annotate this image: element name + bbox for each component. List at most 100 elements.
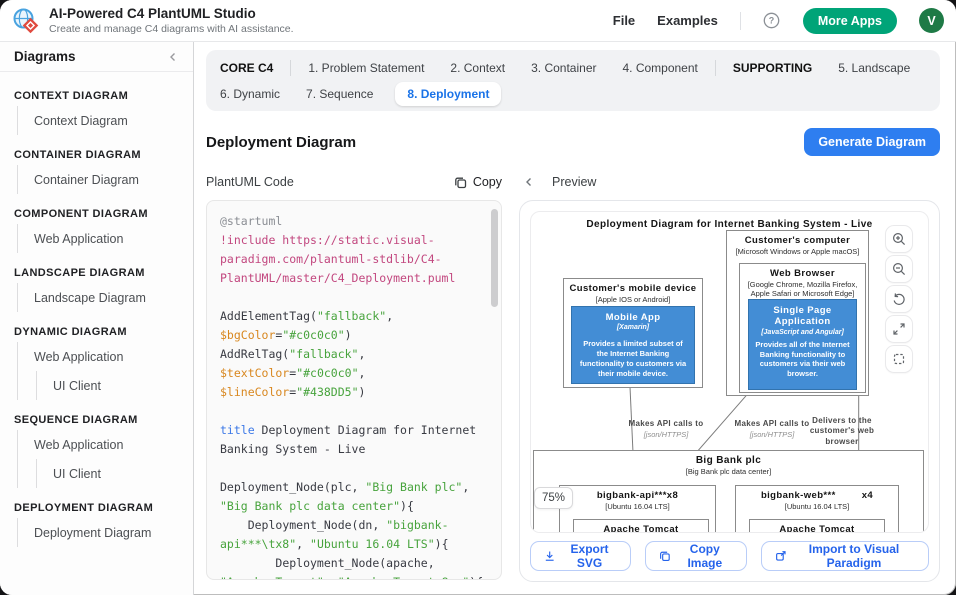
tab-8-deployment[interactable]: 8. Deployment (395, 82, 501, 106)
container-desc: Provides a limited subset of the Interne… (577, 339, 689, 378)
preview-panel: Preview Deployment Dia (519, 172, 940, 595)
node-name: bigbank-web*** (761, 490, 836, 501)
sidebar-section-items: Web ApplicationUI Client (17, 342, 193, 400)
sidebar-section-items: Container Diagram (17, 165, 193, 194)
generate-diagram-button[interactable]: Generate Diagram (804, 128, 940, 156)
header-divider (740, 12, 741, 30)
node-name: Apache Tomcat (750, 524, 884, 533)
container-tech: [JavaScript and Angular] (754, 329, 851, 336)
sidebar-item-web-application[interactable]: Web Application (18, 430, 193, 459)
sidebar-item-ui-client[interactable]: UI Client (36, 371, 193, 400)
diagram-title: Deployment Diagram for Internet Banking … (531, 219, 928, 230)
copy-icon (454, 176, 467, 189)
tab-core-c4: CORE C4 (220, 61, 273, 75)
tab-2-context[interactable]: 2. Context (450, 61, 505, 75)
tab-5-landscape[interactable]: 5. Landscape (838, 61, 910, 75)
zoom-in-button[interactable] (885, 225, 913, 253)
code-line: !include https://static.visual-paradigm.… (220, 231, 487, 288)
sidebar-section-label: SEQUENCE DIAGRAM (0, 406, 193, 430)
preview-collapse-button[interactable] (523, 176, 535, 188)
container-single-page-application: Single Page Application [JavaScript and … (748, 299, 857, 390)
sidebar-section-label: LANDSCAPE DIAGRAM (0, 259, 193, 283)
app-window: AI-Powered C4 PlantUML Studio Create and… (0, 0, 956, 595)
sidebar-section-items: Deployment Diagram (17, 518, 193, 547)
menu-item-file[interactable]: File (613, 13, 635, 28)
sidebar-section-label: DYNAMIC DIAGRAM (0, 318, 193, 342)
main-content: CORE C4 1. Problem Statement 2. Context 3. … (194, 42, 956, 595)
menu-item-examples[interactable]: Examples (657, 13, 718, 28)
tab-bar: CORE C4 1. Problem Statement 2. Context 3. … (206, 50, 940, 111)
copy-image-button[interactable]: Copy Image (645, 541, 747, 571)
tab-supporting: SUPPORTING (733, 61, 812, 75)
import-to-visual-paradigm-button[interactable]: Import to Visual Paradigm (761, 541, 930, 571)
container-tech: [Xamarin] (577, 324, 689, 331)
sidebar-item-web-application[interactable]: Web Application (18, 342, 193, 371)
tab-7-sequence[interactable]: 7. Sequence (306, 87, 373, 101)
tab-1-problem-statement[interactable]: 1. Problem Statement (308, 61, 424, 75)
relationship-web-browser: Delivers to the customer's web browser (809, 416, 875, 447)
code-line: @startuml (220, 212, 487, 231)
sidebar-section-label: CONTEXT DIAGRAM (0, 82, 193, 106)
app-title: AI-Powered C4 PlantUML Studio (49, 6, 294, 22)
relationship-mobile-api: Makes API calls to [json/HTTPS] (625, 419, 707, 439)
tab-6-dynamic[interactable]: 6. Dynamic (220, 87, 280, 101)
page-title: Deployment Diagram (206, 134, 356, 151)
sidebar-item-web-application[interactable]: Web Application (18, 224, 193, 253)
node-tech: [Microsoft Windows or Apple macOS] (727, 247, 868, 256)
sidebar-section-label: COMPONENT DIAGRAM (0, 200, 193, 224)
app-logo-icon (12, 7, 40, 35)
code-editor[interactable]: @startuml!include https://static.visual-… (206, 200, 502, 580)
code-panel-title: PlantUML Code (206, 175, 294, 189)
container-name: Single Page Application (754, 305, 851, 328)
zoom-out-icon (892, 262, 906, 276)
code-line: $lineColor="#438DD5") (220, 383, 487, 402)
diagram-canvas[interactable]: Deployment Diagram for Internet Banking … (530, 211, 929, 533)
export-actions: Export SVG Copy Image (530, 541, 929, 571)
node-name: Big Bank plc (534, 455, 923, 466)
tab-4-component[interactable]: 4. Component (622, 61, 697, 75)
sidebar-collapse-button[interactable] (167, 51, 179, 63)
sidebar-item-container-diagram[interactable]: Container Diagram (18, 165, 193, 194)
button-label: Import to Visual Paradigm (793, 542, 915, 570)
zoom-out-button[interactable] (885, 255, 913, 283)
code-line (220, 288, 487, 307)
copy-code-button[interactable]: Copy (454, 175, 502, 189)
download-icon (544, 549, 555, 563)
code-line (220, 402, 487, 421)
fit-view-button[interactable] (885, 345, 913, 373)
container-name: Mobile App (577, 312, 689, 323)
sidebar-item-deployment-diagram[interactable]: Deployment Diagram (18, 518, 193, 547)
node-name: Web Browser (740, 268, 865, 279)
sidebar-section-items: Web ApplicationUI Client (17, 430, 193, 488)
sidebar-section-label: DEPLOYMENT DIAGRAM (0, 494, 193, 518)
relationship-label: Makes API calls to (625, 419, 707, 429)
sidebar-item-context-diagram[interactable]: Context Diagram (18, 106, 193, 135)
sidebar-item-ui-client[interactable]: UI Client (36, 459, 193, 488)
chevron-left-icon (523, 176, 535, 188)
export-svg-button[interactable]: Export SVG (530, 541, 631, 571)
code-content: @startuml!include https://static.visual-… (220, 212, 487, 580)
node-name: Customer's computer (727, 235, 868, 246)
code-line: Deployment_Node(apache, "Apache Tomcat",… (220, 554, 487, 580)
user-avatar[interactable]: V (919, 8, 944, 33)
relationship-label: Makes API calls to (731, 419, 813, 429)
tab-3-container[interactable]: 3. Container (531, 61, 596, 75)
code-line: AddElementTag("fallback", (220, 307, 487, 326)
expand-icon (892, 322, 906, 336)
code-line: Deployment_Node(plc, "Big Bank plc", "Bi… (220, 478, 487, 516)
node-count: x4 (862, 490, 873, 501)
more-apps-button[interactable]: More Apps (803, 8, 897, 34)
button-label: Export SVG (562, 542, 616, 570)
code-line: $bgColor="#c0c0c0") (220, 326, 487, 345)
sidebar-header: Diagrams (0, 42, 193, 72)
expand-button[interactable] (885, 315, 913, 343)
sidebar-item-landscape-diagram[interactable]: Landscape Diagram (18, 283, 193, 312)
sidebar: Diagrams CONTEXT DIAGRAMContext Diagram C… (0, 42, 194, 595)
relationship-tech: [json/HTTPS] (625, 430, 707, 439)
reset-view-button[interactable] (885, 285, 913, 313)
code-line: $textColor="#c0c0c0", (220, 364, 487, 383)
code-scrollbar[interactable] (491, 209, 498, 307)
help-icon[interactable]: ? (763, 12, 781, 30)
app-subtitle: Create and manage C4 diagrams with AI as… (49, 23, 294, 35)
sidebar-section-items: Web Application (17, 224, 193, 253)
